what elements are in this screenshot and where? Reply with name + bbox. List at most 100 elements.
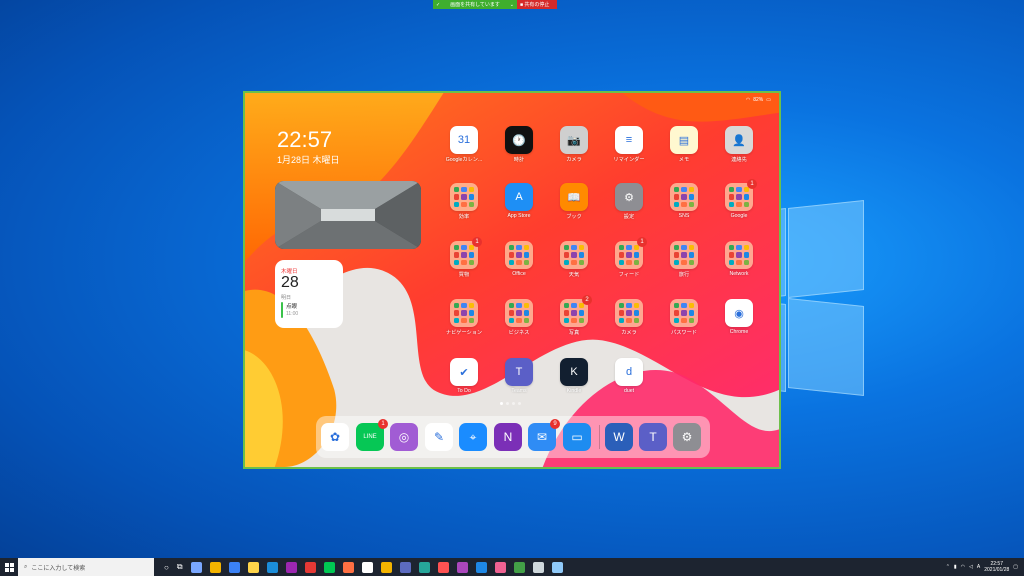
ime-icon[interactable]: A: [977, 564, 980, 570]
app-contacts[interactable]: 👤 連絡先: [719, 126, 759, 163]
taskbar-app-icon[interactable]: [247, 561, 259, 573]
app-camera[interactable]: 📷 カメラ: [554, 126, 594, 163]
folder-weather[interactable]: 天気: [554, 241, 594, 278]
folder-network[interactable]: Network: [719, 241, 759, 277]
folder-navigation[interactable]: ナビゲーション: [444, 299, 484, 336]
taskbar-app-icon[interactable]: [513, 561, 525, 573]
calendar-tomorrow: 明日: [281, 295, 292, 301]
dock-settings-icon[interactable]: ⚙: [673, 423, 701, 451]
dock-teams-icon[interactable]: T: [639, 423, 667, 451]
battery-tray-icon[interactable]: ▮: [954, 564, 957, 570]
app-kindle[interactable]: K Kindle: [554, 358, 594, 394]
dock-podcasts-icon[interactable]: ◎: [390, 423, 418, 451]
notification-badge: 1: [637, 237, 647, 247]
folder-shopping[interactable]: 1 買物: [444, 237, 484, 278]
network-icon[interactable]: ◠: [961, 564, 965, 570]
dock-mail-icon[interactable]: ✉ 9: [528, 419, 560, 451]
taskbar-app-icon[interactable]: [418, 561, 430, 573]
start-button[interactable]: [0, 558, 18, 576]
app-label: 時計: [513, 157, 525, 163]
photos-widget[interactable]: [275, 181, 421, 249]
sharing-indicator[interactable]: ✓ 画面を共有しています ⌄: [433, 0, 517, 9]
app-notes[interactable]: ▤ メモ: [664, 126, 704, 163]
app-settings[interactable]: ⚙ 設定: [609, 183, 649, 220]
folder-sns[interactable]: SNS: [664, 183, 704, 219]
taskbar-app-icon[interactable]: [380, 561, 392, 573]
app-label: 天気: [568, 272, 580, 278]
folder-passwords[interactable]: パスワード: [664, 299, 704, 336]
volume-icon[interactable]: ◁: [969, 564, 973, 570]
taskbar-app-icon[interactable]: [190, 561, 202, 573]
chevron-up-icon[interactable]: ⌃: [946, 564, 950, 570]
folder-travel[interactable]: 旅行: [664, 241, 704, 278]
app-books[interactable]: 📖 ブック: [554, 183, 594, 220]
dock-notes-pen-icon[interactable]: ✎: [425, 423, 453, 451]
folder-network-icon: [725, 241, 753, 269]
taskbar-app-icon[interactable]: [361, 561, 373, 573]
taskbar-app-icon[interactable]: [304, 561, 316, 573]
app-app-store-icon: A: [505, 183, 533, 211]
task-view-icon[interactable]: ⧉: [177, 562, 183, 572]
taskbar-app-icon[interactable]: [266, 561, 278, 573]
stop-sharing-button[interactable]: ■ 共有の停止: [517, 0, 557, 9]
app-camera-icon: 📷: [560, 126, 588, 154]
taskbar-search[interactable]: ⌕ ここに入力して検索: [18, 558, 154, 576]
folder-google[interactable]: 1 Google: [719, 179, 759, 219]
notification-icon[interactable]: ▢: [1013, 564, 1018, 570]
dock-files-icon[interactable]: ▭: [563, 423, 591, 451]
dock-separator: [599, 425, 600, 449]
folder-business[interactable]: ビジネス: [499, 299, 539, 336]
dock-word-icon[interactable]: W: [605, 423, 633, 451]
taskbar-app-icon[interactable]: [399, 561, 411, 573]
app-label: フィード: [618, 272, 640, 278]
calendar-widget[interactable]: 木曜日 28 明日 点眼 11:00: [275, 260, 343, 328]
clock-date: 2021/01/28: [984, 567, 1010, 573]
app-reminders[interactable]: ≡ リマインダー: [609, 126, 649, 163]
taskbar-app-icon[interactable]: [456, 561, 468, 573]
app-duet-icon: d: [615, 358, 643, 386]
folder-photos[interactable]: 2 写真: [554, 295, 594, 336]
app-label: 設定: [623, 214, 635, 220]
app-teams[interactable]: T Teams: [499, 358, 539, 394]
taskbar-app-icon[interactable]: [532, 561, 544, 573]
taskbar-app-icon[interactable]: [209, 561, 221, 573]
folder-feed[interactable]: 1 フィード: [609, 237, 649, 278]
dock-photos-icon[interactable]: ✿: [321, 423, 349, 451]
folder-feed-icon: 1: [615, 237, 647, 269]
taskbar-app-icon[interactable]: [475, 561, 487, 573]
taskbar-app-icon[interactable]: [228, 561, 240, 573]
app-todo[interactable]: ✔ To Do: [444, 358, 484, 394]
folder-camera-icon: [615, 299, 643, 327]
taskbar-app-icon[interactable]: [342, 561, 354, 573]
folder-office[interactable]: Office: [499, 241, 539, 277]
taskbar-app-icon[interactable]: [285, 561, 297, 573]
app-chrome[interactable]: ◉ Chrome: [719, 299, 759, 335]
taskbar-app-icon[interactable]: [323, 561, 335, 573]
app-label: メモ: [678, 157, 690, 163]
page-dot: [518, 402, 521, 405]
app-label: SNS: [678, 213, 690, 219]
app-clock-icon: 🕐: [505, 126, 533, 154]
dock-line-icon[interactable]: LINE 1: [356, 419, 388, 451]
folder-tools[interactable]: 効率: [444, 183, 484, 220]
cortana-icon[interactable]: ○: [164, 563, 169, 572]
taskbar-clock[interactable]: 22:57 2021/01/28: [984, 561, 1009, 573]
calendar-day: 28: [281, 274, 299, 291]
taskbar-app-icon[interactable]: [551, 561, 563, 573]
page-indicator[interactable]: [500, 402, 521, 405]
ipad-mirror-window[interactable]: ◠ 82% ▭ 22:57 1月28日 木曜日 木曜日 28 明日 点眼 11:…: [243, 91, 781, 469]
taskbar-app-icon[interactable]: [437, 561, 449, 573]
app-google-calendar[interactable]: 31 Googleカレン...: [444, 126, 484, 163]
app-teams-icon: T: [505, 358, 533, 386]
dock-onenote-icon[interactable]: N: [494, 423, 522, 451]
folder-camera[interactable]: カメラ: [609, 299, 649, 336]
app-clock[interactable]: 🕐 時計: [499, 126, 539, 163]
app-duet[interactable]: d duet: [609, 358, 649, 394]
taskbar-app-icon[interactable]: [494, 561, 506, 573]
chevron-down-icon[interactable]: ⌄: [510, 2, 514, 8]
dock-safari-icon[interactable]: ⌖: [459, 423, 487, 451]
app-app-store[interactable]: A App Store: [499, 183, 539, 219]
folder-photos-icon: 2: [560, 295, 592, 327]
app-kindle-icon: K: [560, 358, 588, 386]
app-label: ブック: [566, 214, 582, 220]
